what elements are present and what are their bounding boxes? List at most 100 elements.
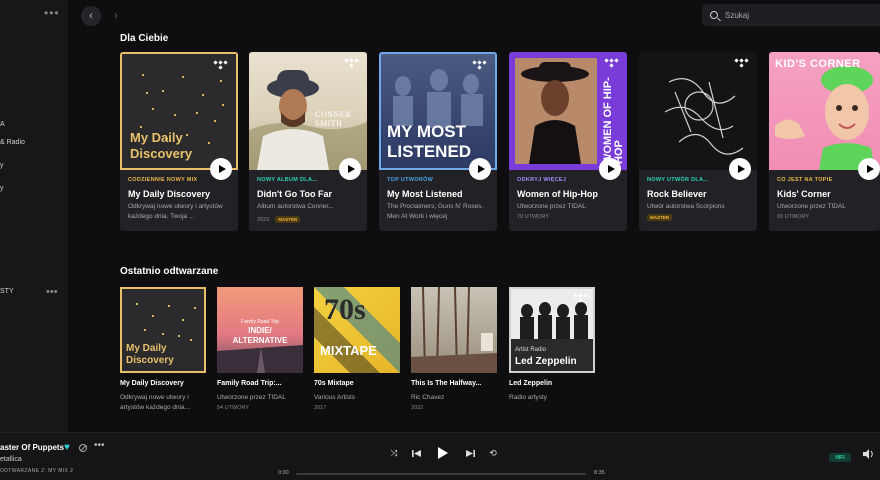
card-title[interactable]: My Daily Discovery — [128, 189, 210, 199]
tidal-logo-icon — [573, 293, 588, 303]
tidal-logo-icon — [734, 58, 749, 68]
card-meta: 54 UTWORY — [217, 405, 249, 411]
card-title[interactable]: Didn't Go Too Far — [257, 189, 332, 199]
cover-text: KID'S CORNER — [775, 58, 861, 70]
card-meta: 2017 — [314, 405, 327, 411]
card-tag: NOWY UTWÓR DLA... — [647, 177, 709, 183]
more-icon[interactable]: ••• — [46, 286, 58, 298]
sidebar-item-sty[interactable]: STY — [0, 288, 14, 295]
sidebar-item-y2[interactable]: y — [0, 185, 4, 192]
sidebar: ••• A & Radio y y STY ••• — [0, 0, 68, 432]
forward-button[interactable]: › — [106, 6, 126, 26]
recent-card-led-zeppelin[interactable]: Artist Radio Led Zeppelin Led Zeppelin R… — [509, 287, 595, 401]
next-icon — [465, 449, 475, 457]
now-playing-title[interactable]: aster Of Puppets — [0, 443, 64, 452]
shuffle-button[interactable]: ⤨ — [389, 448, 399, 458]
play-button[interactable] — [599, 158, 621, 180]
card-cover: My Daily Discovery — [120, 287, 206, 373]
more-icon[interactable]: ••• — [44, 6, 60, 20]
more-icon[interactable]: ••• — [94, 440, 105, 451]
card-title[interactable]: Rock Believer — [647, 189, 707, 199]
card-subtitle: Album autorstwa Conner... — [257, 203, 334, 210]
time-total: 8:35 — [594, 470, 605, 476]
card-cover: Family Road Trip INDIE/ ALTERNATIVE — [217, 287, 303, 373]
time-current: 0:00 — [278, 470, 289, 476]
play-button[interactable] — [858, 158, 880, 180]
card-title[interactable]: My Most Listened — [387, 189, 463, 199]
main-content: ‹ › Dla Ciebie My Daily Discovery CODZIE… — [68, 0, 880, 432]
block-icon[interactable] — [79, 444, 87, 452]
play-button[interactable] — [469, 158, 491, 180]
card-rock-believer[interactable]: NOWY UTWÓR DLA... Rock Believer Utwór au… — [639, 52, 757, 231]
card-my-daily-discovery[interactable]: My Daily Discovery CODZIENNIE NOWY MIX M… — [120, 52, 238, 231]
card-title[interactable]: My Daily Discovery — [120, 380, 184, 387]
now-playing-artist[interactable]: etallica — [0, 456, 22, 463]
cover-text: WOMEN OF HIP-HOP — [602, 77, 625, 164]
play-pause-button[interactable] — [436, 445, 450, 461]
card-subtitle: Utworzone przez TIDAL — [777, 203, 846, 210]
volume-button[interactable] — [862, 449, 874, 459]
card-my-most-listened[interactable]: MY MOST LISTENED TOP UTWORÓW My Most Lis… — [379, 52, 497, 231]
now-playing-source[interactable]: ODTWARZANE Z: MY MIX 2 — [0, 468, 73, 474]
card-cover: 70s MIXTAPE — [314, 287, 400, 373]
play-button[interactable] — [210, 158, 232, 180]
card-year: 2023 — [257, 217, 270, 223]
recent-card-my-daily-discovery[interactable]: My Daily Discovery My Daily Discovery Od… — [120, 287, 206, 411]
card-title[interactable]: Women of Hip-Hop — [517, 189, 598, 199]
card-subtitle: Utwór autorstwa Scorpions — [647, 203, 725, 210]
card-tag: CODZIENNIE NOWY MIX — [128, 177, 198, 183]
search-input[interactable] — [725, 10, 875, 20]
card-title[interactable]: This Is The Halfway... — [411, 380, 481, 387]
tidal-logo-icon — [213, 60, 228, 70]
recent-card-halfway[interactable]: This Is The Halfway... Ric Chavez 2022 — [411, 287, 497, 411]
play-button[interactable] — [339, 158, 361, 180]
card-meta: 65 UTWORY — [777, 214, 809, 220]
card-title[interactable]: 70s Mixtape — [314, 380, 354, 387]
card-title[interactable]: Family Road Trip:... — [217, 380, 282, 387]
previous-icon — [411, 449, 421, 457]
back-button[interactable]: ‹ — [81, 6, 101, 26]
card-meta: MASTER — [641, 214, 672, 221]
next-button[interactable] — [465, 448, 475, 458]
card-title[interactable]: Led Zeppelin — [509, 380, 552, 387]
card-meta: 2022 — [411, 405, 424, 411]
recent-card-70s-mixtape[interactable]: 70s MIXTAPE 70s Mixtape Various Artists … — [314, 287, 400, 411]
card-title[interactable]: Kids' Corner — [777, 189, 831, 199]
play-icon — [438, 447, 448, 459]
card-cover: My Daily Discovery — [120, 52, 238, 170]
shuffle-icon: ⤨ — [390, 447, 398, 458]
repeat-button[interactable]: ⟲ — [488, 448, 498, 458]
card-subtitle: Odkrywaj nowe utwory i artystów każdego … — [128, 203, 223, 220]
sidebar-item-y1[interactable]: y — [0, 162, 4, 169]
forest-art — [411, 287, 497, 373]
play-button[interactable] — [729, 158, 751, 180]
previous-button[interactable] — [411, 448, 421, 458]
card-didnt-go-too-far[interactable]: CONNER SMITH NOWY ALBUM DLA... Didn't Go… — [249, 52, 367, 231]
card-tag: NOWY ALBUM DLA... — [257, 177, 318, 183]
chevron-left-icon: ‹ — [89, 10, 93, 22]
section-title-for-you: Dla Ciebie — [120, 33, 169, 44]
card-women-of-hip-hop[interactable]: WOMEN OF HIP-HOP ODKRYJ WIĘCEJ Women of … — [509, 52, 627, 231]
sidebar-item-a[interactable]: A — [0, 121, 5, 128]
volume-icon — [862, 449, 873, 459]
repeat-icon: ⟲ — [489, 447, 497, 458]
progress-bar[interactable] — [296, 473, 586, 475]
master-badge: MASTER — [275, 216, 301, 223]
heart-icon[interactable]: ♥ — [64, 442, 70, 453]
cover-big-text: INDIE/ ALTERNATIVE — [232, 326, 288, 345]
card-subtitle: The Proclaimers, Guns N' Roses, Men At W… — [387, 203, 484, 220]
recent-card-family-road-trip[interactable]: Family Road Trip INDIE/ ALTERNATIVE Fami… — [217, 287, 303, 411]
card-subtitle: Various Artists — [314, 394, 356, 401]
player-bar: aster Of Puppets etallica ODTWARZANE Z: … — [0, 432, 880, 480]
cover-text: CONNER SMITH — [315, 110, 351, 128]
sidebar-item-radio[interactable]: & Radio — [0, 139, 25, 146]
search-box[interactable] — [702, 4, 880, 26]
cover-text: My Daily Discovery — [126, 343, 174, 366]
card-kids-corner[interactable]: KID'S CORNER CO JEST NA TOPIE Kids' Corn… — [769, 52, 880, 231]
card-cover: Artist Radio Led Zeppelin — [509, 287, 595, 373]
master-badge: MASTER — [647, 214, 672, 221]
card-subtitle: Utworzone przez TIDAL — [517, 203, 586, 210]
quality-badge[interactable]: HIFI — [829, 453, 851, 462]
card-subtitle: Radio artysty — [509, 394, 547, 401]
cover-small-text: Family Road Trip — [241, 319, 279, 325]
